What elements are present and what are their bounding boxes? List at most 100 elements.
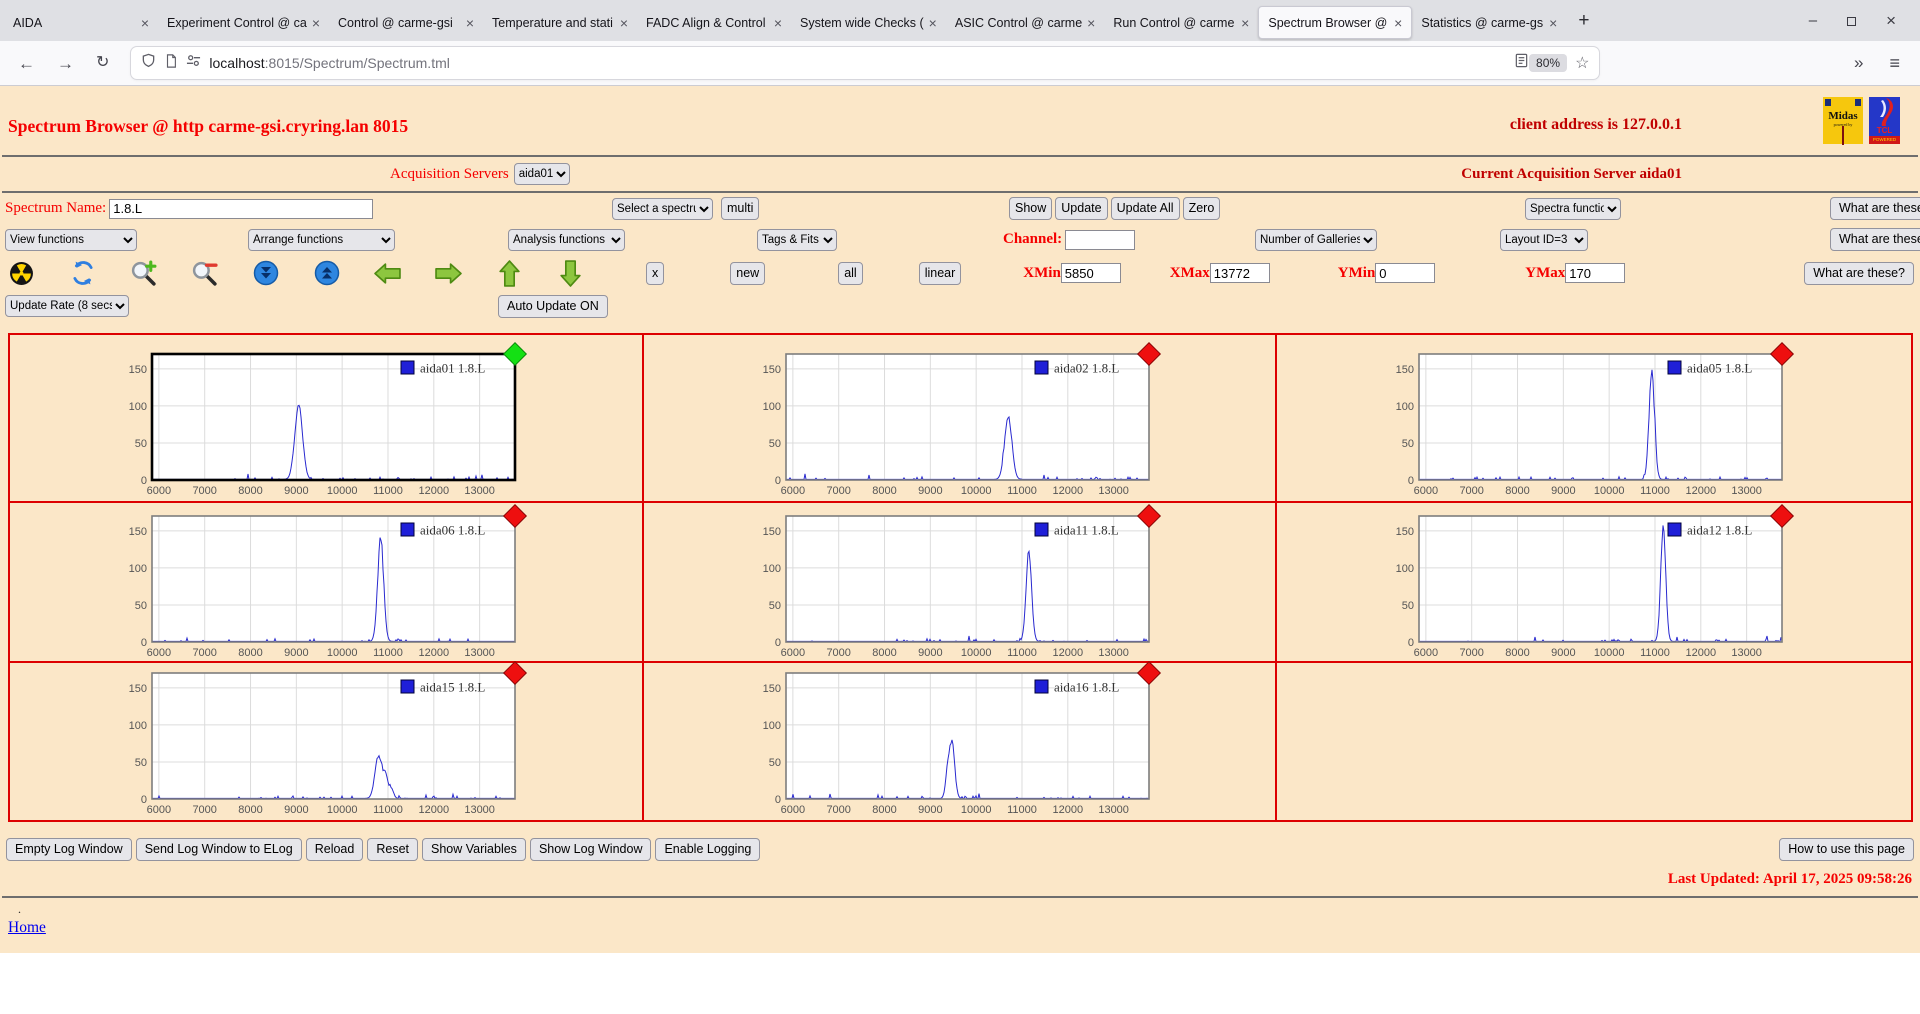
url-bar[interactable]: localhost:8015/Spectrum/Spectrum.tml 80%… bbox=[131, 47, 1600, 79]
gallery-cell-aida06[interactable]: 6000 7000 8000 9000 10000 11000 12000 13000 0 50 1… bbox=[10, 503, 644, 663]
gallery-cell-aida15[interactable]: 6000 7000 8000 9000 10000 11000 12000 13000 0 50 1… bbox=[10, 660, 644, 820]
browser-tab[interactable]: Statistics @ carme-gs × bbox=[1412, 6, 1566, 39]
show-button[interactable]: Show bbox=[1009, 197, 1053, 220]
tab-close-icon[interactable]: × bbox=[1087, 16, 1095, 30]
log-button-1[interactable]: Send Log Window to ELog bbox=[135, 838, 302, 861]
acquisition-server-select[interactable]: aida01 bbox=[513, 163, 570, 185]
update-rate-select[interactable]: Update Rate (8 secs) bbox=[5, 295, 129, 317]
browser-tab[interactable]: Spectrum Browser @ × bbox=[1258, 6, 1413, 39]
browser-tab[interactable]: Temperature and stati × bbox=[483, 6, 637, 39]
tab-close-icon[interactable]: × bbox=[774, 16, 782, 30]
tab-close-icon[interactable]: × bbox=[1241, 16, 1249, 30]
log-button-0[interactable]: Empty Log Window bbox=[6, 838, 132, 861]
how-to-use-button[interactable]: How to use this page bbox=[1779, 838, 1914, 861]
browser-tab[interactable]: System wide Checks ( × bbox=[791, 6, 946, 39]
channel-input[interactable] bbox=[1065, 229, 1136, 250]
minimize-icon[interactable]: – bbox=[1809, 13, 1817, 28]
arrow-left-icon[interactable] bbox=[374, 260, 401, 287]
tab-close-icon[interactable]: × bbox=[466, 16, 474, 30]
number-of-galleries-select[interactable]: Number of Galleries bbox=[1255, 228, 1377, 251]
gallery-cell-aida16[interactable]: 6000 7000 8000 9000 10000 11000 12000 13000 0 50 1… bbox=[644, 660, 1278, 820]
spectrum-plot-aida12[interactable]: 6000 7000 8000 9000 10000 11000 12000 13000 0 50 1… bbox=[1374, 503, 1795, 660]
view-functions-select[interactable]: View functions bbox=[5, 228, 137, 251]
log-button-4[interactable]: Show Variables bbox=[422, 838, 526, 861]
browser-tab[interactable]: FADC Align & Control × bbox=[637, 6, 791, 39]
spectrum-name-input[interactable] bbox=[109, 198, 374, 219]
zoom-out-icon[interactable] bbox=[191, 260, 218, 287]
reader-icon[interactable] bbox=[1514, 53, 1529, 73]
what-are-these-button-1[interactable]: What are these? bbox=[1830, 197, 1920, 220]
page-icon[interactable] bbox=[164, 53, 178, 73]
scroll-down-icon[interactable] bbox=[252, 260, 279, 287]
tags-fits-select[interactable]: Tags & Fits bbox=[757, 228, 837, 251]
gallery-cell-aida11[interactable]: 6000 7000 8000 9000 10000 11000 12000 13000 0 50 1… bbox=[643, 503, 1278, 663]
new-button[interactable]: new bbox=[730, 261, 766, 285]
tab-close-icon[interactable]: × bbox=[929, 16, 937, 30]
close-icon[interactable]: × bbox=[1886, 12, 1896, 29]
log-button-2[interactable]: Reload bbox=[305, 838, 364, 861]
gallery-cell-aida01[interactable]: 6000 7000 8000 9000 10000 11000 12000 13000 0 50 1… bbox=[10, 335, 644, 503]
arrange-functions-select[interactable]: Arrange functions bbox=[248, 228, 395, 251]
refresh-icon[interactable] bbox=[69, 260, 96, 287]
scroll-up-icon[interactable] bbox=[313, 260, 340, 287]
multi-button[interactable]: multi bbox=[721, 197, 760, 220]
menu-icon[interactable]: ≡ bbox=[1889, 54, 1900, 72]
spectrum-plot-aida15[interactable]: 6000 7000 8000 9000 10000 11000 12000 13000 0 50 1… bbox=[107, 660, 528, 817]
bookmark-star-icon[interactable]: ☆ bbox=[1575, 53, 1589, 73]
permissions-icon[interactable] bbox=[186, 53, 201, 73]
select-a-spectrum[interactable]: Select a spectrum bbox=[612, 197, 713, 220]
log-button-5[interactable]: Show Log Window bbox=[529, 838, 652, 861]
home-link[interactable]: Home bbox=[8, 919, 46, 937]
xmin-input[interactable] bbox=[1060, 263, 1121, 283]
url-text[interactable]: localhost:8015/Spectrum/Spectrum.tml bbox=[209, 55, 1514, 71]
browser-tab[interactable]: ASIC Control @ carme × bbox=[946, 6, 1105, 39]
x-button[interactable]: x bbox=[646, 261, 665, 285]
update-all-button[interactable]: Update All bbox=[1110, 197, 1180, 220]
gallery-cell-aida12[interactable]: 6000 7000 8000 9000 10000 11000 12000 13000 0 50 1… bbox=[1277, 503, 1911, 663]
browser-tab[interactable]: Run Control @ carme × bbox=[1104, 6, 1258, 39]
spectrum-plot-aida05[interactable]: 6000 7000 8000 9000 10000 11000 12000 13000 0 50 1… bbox=[1374, 341, 1795, 498]
overflow-icon[interactable]: » bbox=[1854, 54, 1863, 72]
log-button-6[interactable]: Enable Logging bbox=[655, 838, 761, 861]
linear-button[interactable]: linear bbox=[918, 261, 962, 285]
reload-icon[interactable]: ↻ bbox=[96, 54, 109, 72]
ymax-input[interactable] bbox=[1565, 263, 1626, 283]
maximize-icon[interactable] bbox=[1847, 13, 1857, 29]
tab-close-icon[interactable]: × bbox=[620, 16, 628, 30]
spectrum-plot-aida02[interactable]: 6000 7000 8000 9000 10000 11000 12000 13000 0 50 1… bbox=[741, 341, 1161, 498]
forward-icon[interactable]: → bbox=[57, 55, 74, 72]
radiation-icon[interactable] bbox=[8, 260, 35, 287]
spectra-functions-select[interactable]: Spectra functions bbox=[1525, 197, 1621, 220]
zoom-in-icon[interactable] bbox=[130, 260, 157, 287]
browser-tab[interactable]: Control @ carme-gsi × bbox=[329, 6, 483, 39]
layout-id-select[interactable]: Layout ID=3 bbox=[1500, 228, 1588, 251]
new-tab-button[interactable]: + bbox=[1566, 10, 1601, 32]
auto-update-button[interactable]: Auto Update ON bbox=[498, 294, 608, 318]
browser-tab[interactable]: Experiment Control @ ca × bbox=[158, 6, 329, 39]
tab-close-icon[interactable]: × bbox=[141, 16, 149, 30]
tab-close-icon[interactable]: × bbox=[1394, 16, 1402, 30]
what-are-these-button-3[interactable]: What are these? bbox=[1804, 261, 1914, 285]
arrow-down-icon[interactable] bbox=[557, 259, 584, 287]
browser-tab[interactable]: AIDA × bbox=[4, 6, 158, 39]
log-button-3[interactable]: Reset bbox=[367, 838, 418, 861]
xmax-input[interactable] bbox=[1209, 263, 1270, 283]
arrow-right-icon[interactable] bbox=[435, 260, 462, 287]
zero-button[interactable]: Zero bbox=[1182, 197, 1221, 220]
tab-close-icon[interactable]: × bbox=[312, 16, 320, 30]
update-button[interactable]: Update bbox=[1055, 197, 1108, 220]
gallery-cell-aida05[interactable]: 6000 7000 8000 9000 10000 11000 12000 13000 0 50 1… bbox=[1277, 335, 1911, 503]
shield-icon[interactable] bbox=[141, 53, 156, 73]
spectrum-plot-aida06[interactable]: 6000 7000 8000 9000 10000 11000 12000 13000 0 50 1… bbox=[107, 503, 528, 660]
analysis-functions-select[interactable]: Analysis functions bbox=[508, 228, 625, 251]
arrow-up-icon[interactable] bbox=[496, 259, 523, 287]
gallery-cell-aida02[interactable]: 6000 7000 8000 9000 10000 11000 12000 13000 0 50 1… bbox=[643, 335, 1278, 503]
what-are-these-button-2[interactable]: What are these? bbox=[1830, 228, 1920, 251]
all-button[interactable]: all bbox=[838, 261, 863, 285]
zoom-badge[interactable]: 80% bbox=[1529, 54, 1568, 72]
spectrum-plot-aida11[interactable]: 6000 7000 8000 9000 10000 11000 12000 13000 0 50 1… bbox=[741, 503, 1161, 660]
back-icon[interactable]: ← bbox=[18, 55, 35, 72]
spectrum-plot-aida01[interactable]: 6000 7000 8000 9000 10000 11000 12000 13000 0 50 1… bbox=[107, 341, 528, 498]
tab-close-icon[interactable]: × bbox=[1549, 16, 1557, 30]
spectrum-plot-aida16[interactable]: 6000 7000 8000 9000 10000 11000 12000 13000 0 50 1… bbox=[741, 660, 1161, 817]
